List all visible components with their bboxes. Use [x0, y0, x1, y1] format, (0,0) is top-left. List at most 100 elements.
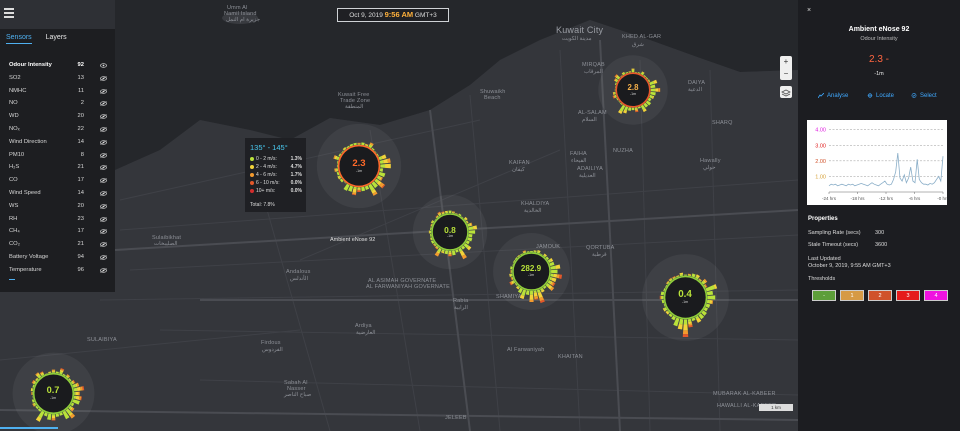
sensor-row[interactable]: NMHC 11: [9, 86, 109, 97]
eye-off-icon[interactable]: [100, 88, 107, 94]
map-label: Kuwait City: [556, 25, 604, 35]
sensor-row[interactable]: WS 20: [9, 201, 109, 212]
y-tick-label: 2.00: [815, 159, 826, 165]
threshold-button[interactable]: 2: [868, 290, 892, 301]
eye-off-icon[interactable]: [100, 127, 107, 132]
gauge-unit: -1m: [355, 168, 363, 173]
layers-button[interactable]: [780, 86, 792, 98]
tab-layers[interactable]: Layers: [46, 34, 67, 43]
check-circle-icon: [911, 93, 917, 98]
map[interactable]: Umm Al Namil Island جزيرة ام النمل Kuwait C…: [0, 0, 798, 431]
sensor-gauge[interactable]: 2.8 -1m: [591, 48, 675, 132]
eye-off-icon[interactable]: [100, 76, 107, 81]
eye-off-icon[interactable]: [100, 152, 107, 158]
date-time-display[interactable]: Oct 9, 2019 9:56 AM GMT+3: [337, 8, 449, 22]
locate-button[interactable]: Locate: [867, 93, 894, 99]
eye-off-icon[interactable]: [100, 242, 107, 247]
eye-off-icon[interactable]: [100, 255, 107, 260]
sensor-row[interactable]: CO 17: [9, 175, 109, 186]
time-text: 9:56 AM: [384, 10, 414, 19]
sensor-row[interactable]: PM10 8: [9, 150, 109, 161]
sensor-row[interactable]: Wind Direction 14: [9, 137, 109, 148]
sensor-row[interactable]: Odour Intensity 92: [9, 60, 109, 71]
sensor-count: 21: [77, 164, 84, 171]
property-label: Sampling Rate (secs): [808, 230, 861, 236]
sensor-gauge[interactable]: 0.8 -1m: [405, 187, 495, 277]
map-label: Firdous: [261, 340, 281, 346]
map-label: العديلية: [579, 173, 596, 179]
x-tick-label: -18 hrs: [850, 196, 865, 201]
threshold-button[interactable]: -: [812, 290, 836, 301]
property-row: Stale Timeout (secs) 3600: [808, 242, 887, 249]
sensor-row[interactable]: CO₂ 21: [9, 239, 109, 250]
sensor-count: 2: [80, 100, 84, 107]
map-label: Rabia: [453, 298, 469, 304]
map-label: حولي: [703, 165, 716, 171]
eye-off-icon[interactable]: [100, 101, 107, 107]
sensor-gauge[interactable]: 0.4 -1m: [633, 245, 738, 350]
gauge-unit: -1m: [49, 395, 57, 400]
sensor-row[interactable]: WD 20: [9, 111, 109, 122]
eye-off-icon[interactable]: [100, 140, 107, 145]
map-label: الدعية: [688, 87, 702, 93]
eye-off-icon[interactable]: [100, 268, 107, 273]
eye-off-icon[interactable]: [100, 114, 107, 119]
threshold-button[interactable]: 3: [896, 290, 920, 301]
wind-rose-bar: [448, 210, 452, 214]
map-label: الصليبخات: [154, 241, 178, 247]
wind-rose-bar: [357, 189, 361, 191]
eye-off-icon[interactable]: [100, 204, 107, 209]
wind-rose-popup: 135° - 145° 0 - 2 m/s: 1.3% 2 - 4 m/s: 4.7%…: [245, 138, 306, 212]
gauge-value: 0.8: [444, 224, 456, 235]
scroll-indicator[interactable]: [9, 279, 15, 280]
map-label: Hawally: [700, 158, 721, 164]
eye-off-icon[interactable]: [100, 178, 107, 183]
sensor-gauge[interactable]: 0.7 -1m: [4, 344, 103, 431]
detail-value: 2.3 -: [868, 54, 889, 65]
x-tick-label: -24 hrs: [822, 196, 837, 201]
sensor-name: SO2: [9, 74, 21, 81]
eye-icon[interactable]: [100, 63, 107, 68]
sensor-row[interactable]: H₂S 21: [9, 162, 109, 173]
map-label: KHALDIYA: [521, 201, 550, 207]
gauge-unit: -1m: [527, 273, 535, 278]
sensor-row[interactable]: Temperature 96: [9, 265, 109, 276]
eye-off-icon[interactable]: [100, 191, 107, 196]
sensor-count: 13: [77, 74, 84, 81]
analyse-button[interactable]: Analyse: [818, 93, 848, 99]
odour-chart[interactable]: 4.00 3.00 2.00 1.00 -24 hrs -18 hrs -12 hrs -6 …: [807, 120, 949, 205]
threshold-button[interactable]: 4: [924, 290, 948, 301]
map-label: Beach: [484, 95, 501, 101]
sensor-row[interactable]: Battery Voltage 94: [9, 252, 109, 263]
property-label: October 9, 2019, 9:55 AM GMT+3: [808, 263, 891, 269]
sensor-gauge[interactable]: 282.9 -1m: [485, 225, 578, 318]
sensor-row[interactable]: RH 23: [9, 214, 109, 225]
sensor-name: NMHC: [9, 87, 27, 94]
sensor-row[interactable]: NOₓ 22: [9, 124, 109, 135]
tab-sensors[interactable]: Sensors: [6, 34, 32, 44]
sensor-gauge[interactable]: 2.3 -1m: [308, 115, 410, 217]
eye-off-icon[interactable]: [100, 229, 107, 235]
sensor-name: Battery Voltage: [9, 254, 49, 260]
close-icon[interactable]: ×: [807, 7, 811, 14]
sensor-row[interactable]: Wind Speed 14: [9, 188, 109, 199]
popup-row-value: 0.0%: [290, 180, 302, 186]
eye-off-icon[interactable]: [100, 165, 107, 171]
sensor-name: NOₓ: [9, 126, 20, 132]
zoom-in-button[interactable]: +: [780, 56, 792, 68]
select-button[interactable]: Select: [911, 93, 937, 99]
menu-icon[interactable]: [4, 8, 14, 18]
map-label: الفردوس: [262, 347, 283, 353]
map-label: قرطبة: [592, 252, 607, 258]
threshold-button[interactable]: 1: [840, 290, 864, 301]
eye-off-icon[interactable]: [100, 216, 107, 222]
wind-rose-bar: [631, 69, 635, 73]
sensor-name: H₂S: [9, 164, 20, 171]
chart-icon: [818, 93, 824, 98]
zoom-out-button[interactable]: −: [780, 68, 792, 80]
map-label: Al Farwaniyah: [507, 347, 545, 353]
sensor-row[interactable]: CH₄ 17: [9, 226, 109, 237]
popup-row-label: 6 - 10 m/s:: [256, 180, 280, 186]
sensor-row[interactable]: SO2 13: [9, 73, 109, 84]
sensor-row[interactable]: NO 2: [9, 98, 109, 109]
